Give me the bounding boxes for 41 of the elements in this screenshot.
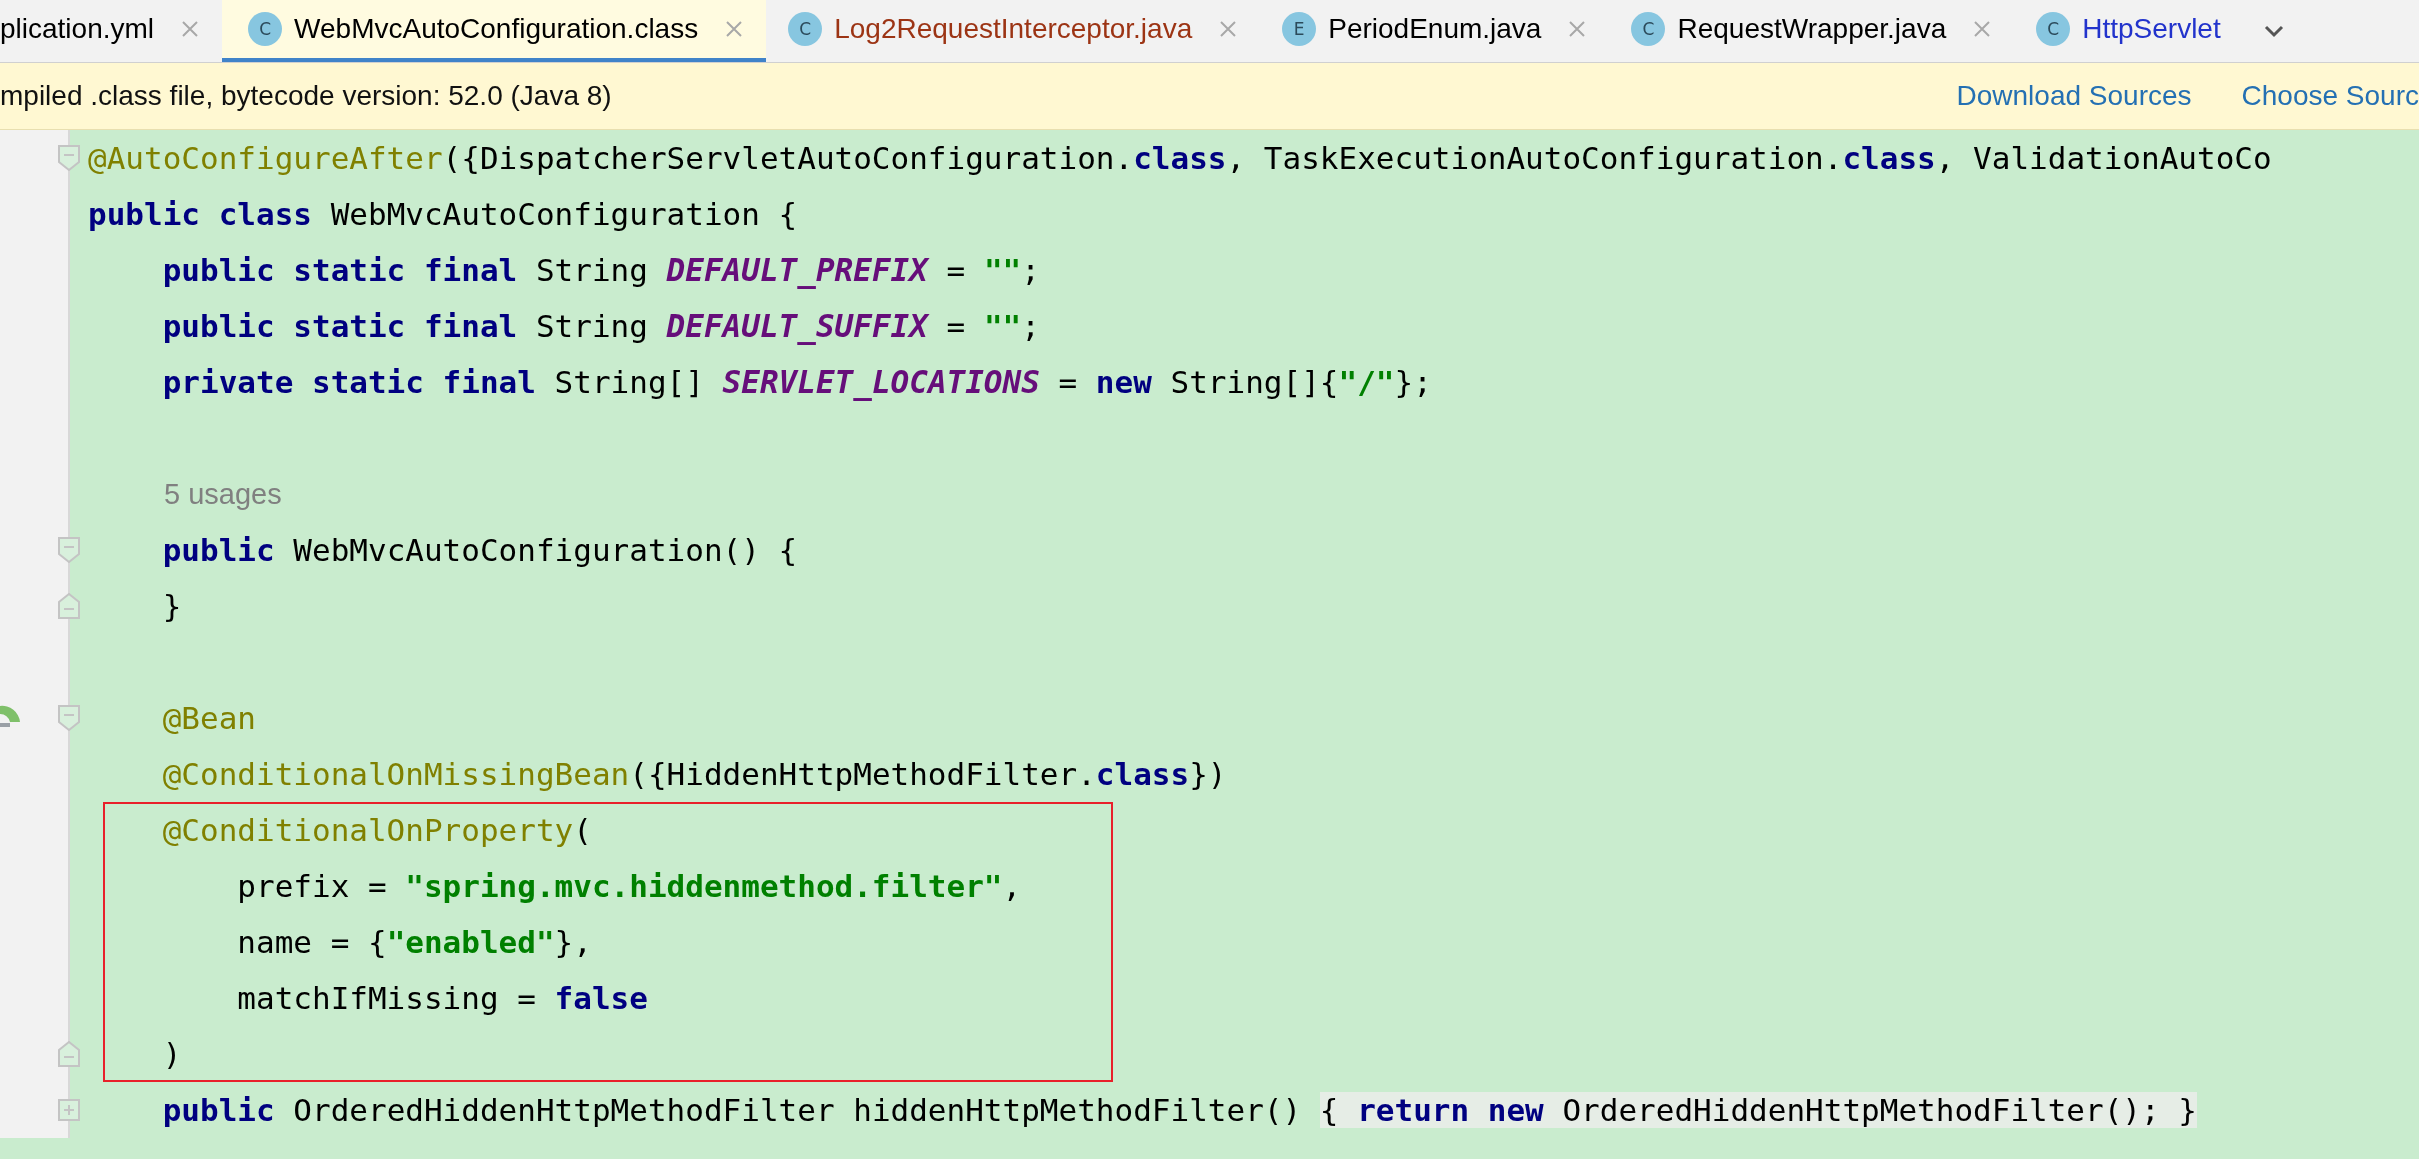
code-line: matchIfMissing = false — [236, 979, 649, 1018]
class-file-icon: C — [248, 12, 283, 46]
code-line: public static final String DEFAULT_SUFFIX = ""; — [161, 307, 1041, 347]
code-line: public WebMvcAutoConfiguration() { — [161, 531, 799, 570]
usages-hint: 5 usages — [163, 476, 283, 512]
editor-tab[interactable]: plication.yml — [0, 0, 223, 62]
code-line: prefix = "spring.mvc.hiddenmethod.filter", — [236, 867, 1023, 906]
class-file-icon: C — [788, 12, 823, 46]
fold-marker-icon[interactable] — [58, 593, 80, 619]
editor-tab[interactable]: E PeriodEnum.java — [1260, 0, 1610, 62]
decompiled-notice: mpiled .class file, bytecode version: 52.0 (Java 8) — [0, 80, 613, 112]
fold-marker-icon[interactable] — [58, 705, 80, 731]
editor-tab[interactable]: C HttpServlet — [2014, 0, 2243, 62]
code-line: ) — [161, 1035, 183, 1074]
code-line: } — [161, 587, 183, 626]
code-line: public class WebMvcAutoConfiguration { — [87, 195, 799, 234]
fold-marker-icon[interactable] — [58, 537, 80, 563]
fold-marker-icon[interactable] — [58, 1041, 80, 1067]
class-file-icon: E — [1282, 12, 1317, 46]
editor-tab[interactable]: C RequestWrapper.java — [1609, 0, 2015, 62]
banner-link[interactable]: Download Sources — [1956, 80, 2192, 112]
code-line: @AutoConfigureAfter({DispatcherServletAutoConfiguration.class, TaskExecutionAutoConfiguration.class, ValidationAutoCo — [87, 139, 2273, 178]
close-icon[interactable] — [724, 19, 745, 39]
code-line: public OrderedHiddenHttpMethodFilter hiddenHttpMethodFilter() { return new OrderedHiddenHttpMethodFilter(); } — [161, 1091, 2199, 1130]
code-line: private static final String[] SERVLET_LOCATIONS = new String[]{"/"}; — [161, 363, 1433, 403]
editor-tab[interactable]: C WebMvcAutoConfiguration.class — [222, 0, 767, 62]
code-line: @Bean — [161, 699, 257, 738]
class-file-icon: C — [1631, 12, 1666, 46]
code-line: @ConditionalOnProperty( — [161, 811, 593, 850]
banner-link[interactable]: Choose Sourc — [2241, 80, 2419, 112]
code-line: name = {"enabled"}, — [236, 923, 593, 962]
code-line: public static final String DEFAULT_PREFIX = ""; — [161, 251, 1041, 291]
editor-tab[interactable]: C Log2RequestInterceptor.java — [766, 0, 1261, 62]
close-icon[interactable] — [1567, 19, 1588, 39]
expand-marker-icon[interactable] — [58, 1099, 80, 1121]
close-icon[interactable] — [180, 19, 201, 39]
close-icon[interactable] — [1218, 19, 1239, 39]
fold-marker-icon[interactable] — [58, 145, 80, 171]
code-line: @ConditionalOnMissingBean({HiddenHttpMethodFilter.class}) — [161, 755, 1228, 794]
class-file-icon: C — [2036, 12, 2071, 46]
close-icon[interactable] — [1972, 19, 1993, 39]
